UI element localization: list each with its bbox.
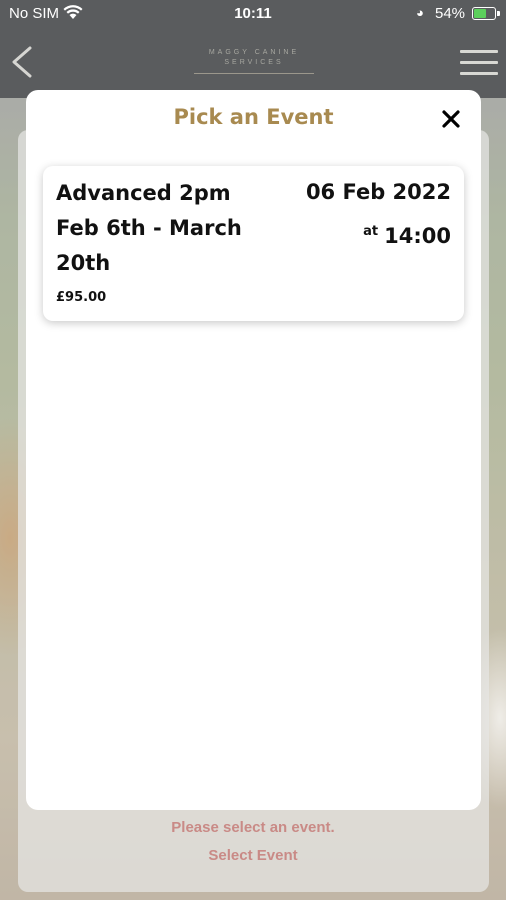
close-button[interactable] — [438, 106, 464, 132]
chevron-left-icon — [12, 46, 32, 78]
battery-fill — [474, 9, 486, 18]
select-event-button[interactable]: Select Event — [153, 847, 353, 864]
event-date: 06 Feb 2022 — [305, 180, 451, 204]
validation-message: Please select an event. — [171, 819, 335, 836]
event-at-label: at — [363, 224, 379, 239]
event-card[interactable]: Advanced 2pm Feb 6th - March 20th £95.00… — [43, 166, 464, 321]
pick-event-modal: Pick an Event Advanced 2pm Feb 6th - Mar… — [26, 90, 481, 810]
close-icon — [442, 110, 460, 128]
event-time-row: at 14:00 — [363, 224, 451, 248]
back-button[interactable] — [6, 42, 38, 82]
battery-percent: 54% — [435, 5, 466, 22]
event-name: Advanced 2pm Feb 6th - March 20th — [56, 181, 242, 275]
hamburger-icon — [460, 50, 498, 53]
event-time: 14:00 — [384, 224, 451, 248]
app-header: No SIM 10:11 ◕ 54% MAGGY CANINE SERVICES — [0, 0, 506, 98]
status-bar: No SIM 10:11 ◕ 54% — [0, 0, 506, 28]
clock: 10:11 — [234, 5, 272, 22]
orientation-lock-icon: ◕ — [416, 5, 424, 20]
brand-logo: MAGGY CANINE SERVICES — [190, 46, 318, 76]
battery-icon — [472, 7, 500, 20]
modal-title: Pick an Event — [173, 105, 334, 129]
menu-button[interactable] — [460, 48, 498, 78]
event-price: £95.00 — [56, 290, 107, 305]
